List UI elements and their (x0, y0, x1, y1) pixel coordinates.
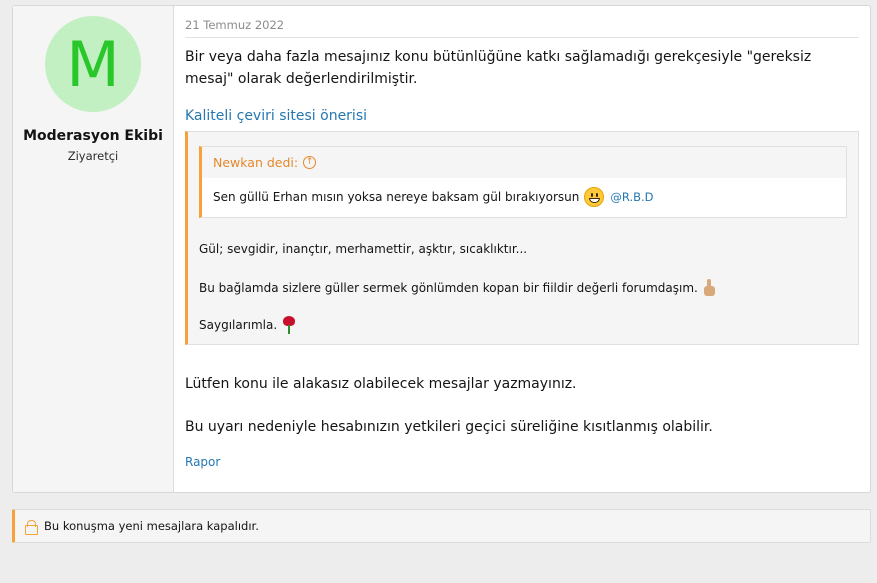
outer-quote-line-2: Bu bağlamda sizlere güller sermek gönlüm… (199, 279, 847, 296)
user-info: M Moderasyon Ekibi Ziyaretçi (13, 6, 174, 492)
post-date[interactable]: 21 Temmuz 2022 (185, 18, 859, 38)
locked-notice-text: Bu konuşma yeni mesajlara kapalıdır. (44, 519, 259, 533)
quoted-thread-link[interactable]: Kaliteli çeviri sitesi önerisi (185, 108, 859, 124)
inner-quote-header[interactable]: Newkan dedi: ↑ (202, 147, 846, 178)
post-container: M Moderasyon Ekibi Ziyaretçi 21 Temmuz 2… (12, 5, 871, 493)
outer-quote-line-2-text: Bu bağlamda sizlere güller sermek gönlüm… (199, 280, 698, 295)
post-main: 21 Temmuz 2022 Bir veya daha fazla mesaj… (174, 6, 870, 492)
inner-quote-body: Sen güllü Erhan mısın yoksa nereye baksa… (202, 178, 846, 217)
username[interactable]: Moderasyon Ekibi (13, 128, 173, 144)
post-paragraph-2: Lütfen konu ile alakasız olabilecek mesa… (185, 376, 577, 392)
post-paragraph-1: Bir veya daha fazla mesajınız konu bütün… (185, 49, 812, 87)
rose-icon (281, 316, 297, 334)
inner-quote: Newkan dedi: ↑ Sen güllü Erhan mısın yok… (199, 146, 847, 218)
pointing-up-icon (703, 279, 716, 296)
user-title: Ziyaretçi (67, 149, 119, 163)
outer-quote: Newkan dedi: ↑ Sen güllü Erhan mısın yok… (185, 131, 859, 345)
report-link[interactable]: Rapor (185, 455, 859, 469)
grinning-face-icon (584, 187, 605, 207)
avatar[interactable]: M (45, 16, 141, 112)
post-paragraph-3: Bu uyarı nedeniyle hesabınızın yetkileri… (185, 419, 713, 435)
outer-quote-line-3: Saygılarımla. (199, 316, 847, 334)
inner-quote-author[interactable]: Newkan dedi: (213, 155, 298, 170)
lock-icon (25, 519, 38, 535)
arrow-up-circle-icon[interactable]: ↑ (303, 156, 317, 169)
outer-quote-line-1: Gül; sevgidir, inançtır, merhamettir, aş… (199, 242, 528, 256)
outer-quote-line-3-text: Saygılarımla. (199, 318, 278, 332)
inner-quote-text: Sen güllü Erhan mısın yoksa nereye baksa… (213, 190, 580, 204)
locked-notice: Bu konuşma yeni mesajlara kapalıdır. (12, 509, 871, 543)
user-mention[interactable]: @R.B.D (610, 190, 653, 204)
